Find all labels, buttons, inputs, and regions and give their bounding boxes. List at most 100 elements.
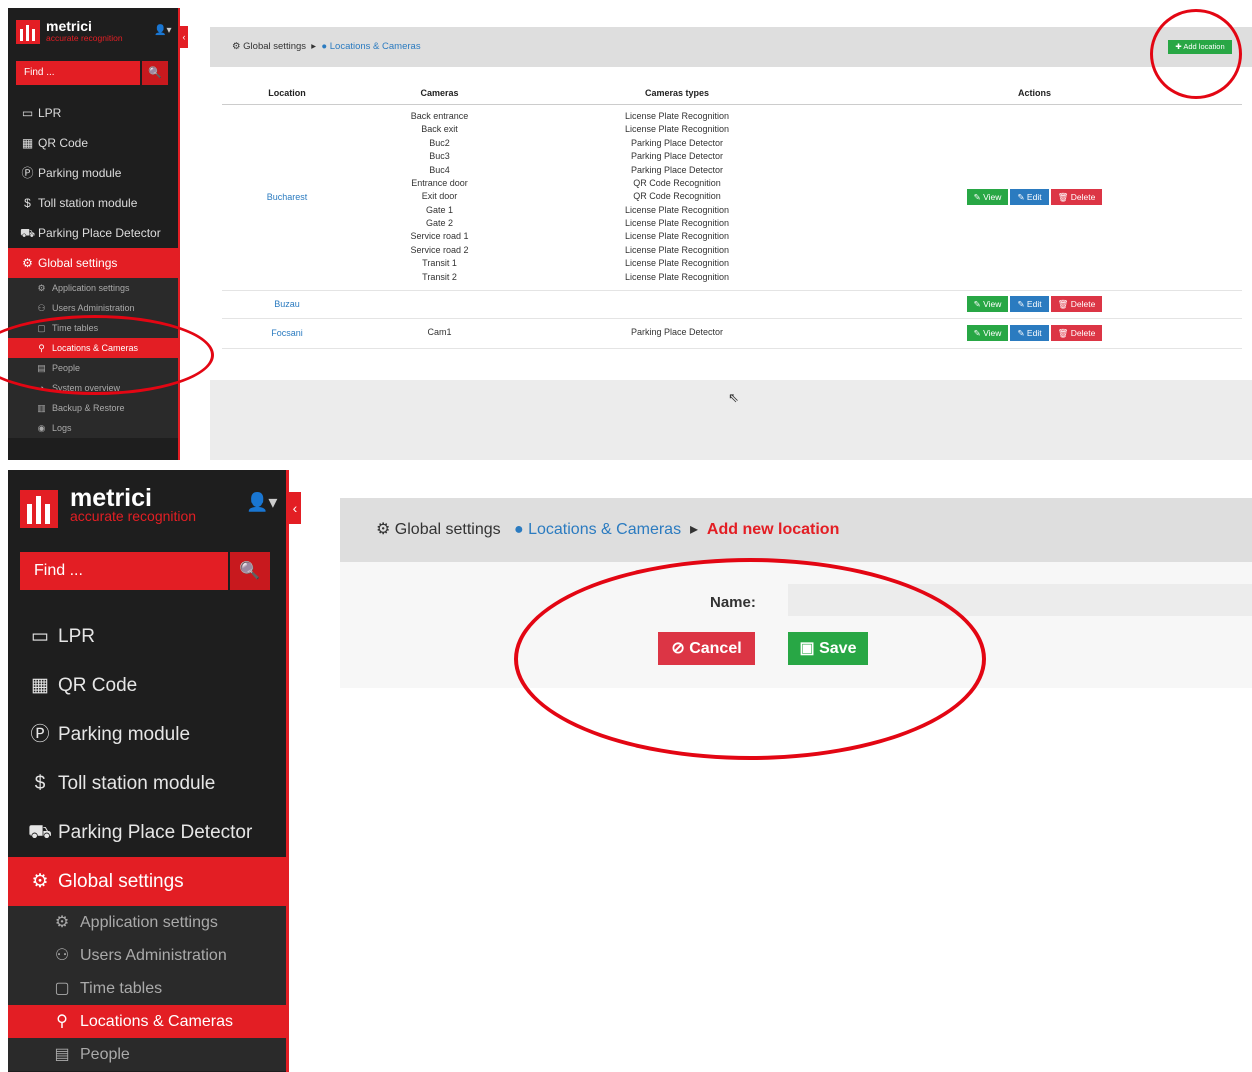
sidebar-subitem-people[interactable]: ▤ People xyxy=(8,1038,286,1071)
sidebar-item-toll-station[interactable]: $ Toll station module xyxy=(8,188,178,218)
view-button[interactable]: ✎ View xyxy=(966,296,1009,312)
breadcrumb-root[interactable]: Global settings xyxy=(395,521,501,538)
sidebar-item-lpr[interactable]: ▭ LPR xyxy=(8,612,286,661)
location-cell: Buzau xyxy=(222,290,352,319)
sidebar-subitem-label: Application settings xyxy=(80,914,218,931)
camera-name: Service road 2 xyxy=(410,244,469,255)
sidebar-subitem-backup-restore[interactable]: ▥ Backup & Restore xyxy=(8,398,178,418)
sidebar-subitem-label: Backup & Restore xyxy=(52,403,125,413)
delete-button[interactable]: 🗑 Delete xyxy=(1050,189,1103,205)
camera-types-cell xyxy=(527,290,827,319)
search-input[interactable]: Find ... xyxy=(16,61,140,85)
sidebar-item-label: Toll station module xyxy=(38,196,138,210)
database-icon: ▥ xyxy=(37,403,46,413)
sidebar-subitem-time-tables[interactable]: ▢ Time tables xyxy=(8,972,286,1005)
edit-label: Edit xyxy=(1026,328,1042,338)
table-header-row: Location Cameras Cameras types Actions xyxy=(222,82,1242,105)
sidebar-item-toll-station[interactable]: $ Toll station module xyxy=(8,759,286,808)
trash-icon: 🗑 xyxy=(1057,299,1071,309)
annotation-ellipse xyxy=(0,315,214,395)
delete-button[interactable]: 🗑 Delete xyxy=(1050,325,1103,341)
qrcode-icon: ▦ xyxy=(21,136,34,150)
search-input[interactable]: Find ... xyxy=(20,552,228,590)
camera-type: QR Code Recognition xyxy=(633,177,721,188)
breadcrumb-parent[interactable]: Locations & Cameras xyxy=(528,521,681,538)
camera-name: Transit 1 xyxy=(422,258,457,269)
edit-square-icon: ✎ xyxy=(973,299,984,309)
location-link[interactable]: Buzau xyxy=(274,299,300,309)
breadcrumb-root[interactable]: Global settings xyxy=(243,41,306,52)
metrici-logo-icon xyxy=(20,490,58,528)
sidebar-collapse-toggle[interactable]: ‹ xyxy=(180,26,188,48)
sidebar-subitem-locations-cameras[interactable]: ⚲ Locations & Cameras xyxy=(8,1005,286,1038)
sidebar-item-label: Global settings xyxy=(58,871,184,892)
breadcrumb-current[interactable]: Locations & Cameras xyxy=(330,41,421,52)
edit-square-icon: ✎ xyxy=(973,328,984,338)
table-row: Focsani Cam1 Parking Place Detector ✎ View ✎… xyxy=(222,318,1242,349)
sidebar-item-parking-place-detector[interactable]: ⛟ Parking Place Detector xyxy=(8,218,178,248)
sidebar-item-global-settings[interactable]: ⚙ Global settings xyxy=(8,248,178,278)
breadcrumb-current: Add new location xyxy=(706,521,840,538)
sidebar-subitem-label: Locations & Cameras xyxy=(80,1013,233,1030)
sidebar-subitem-application-settings[interactable]: ⚙ Application settings xyxy=(8,906,286,939)
sidebar: ‹ metrici accurate recognition 👤▾ Find .… xyxy=(8,470,301,1072)
cogs-icon: ⚙ xyxy=(22,256,33,270)
sidebar-item-label: QR Code xyxy=(38,136,89,150)
view-label: View xyxy=(983,299,1002,309)
sidebar-subitem-label: Users Administration xyxy=(52,303,135,313)
sidebar-collapse-toggle[interactable]: ‹ xyxy=(289,492,301,524)
column-header-camera-types: Cameras types xyxy=(527,82,827,105)
delete-label: Delete xyxy=(1070,299,1096,309)
edit-button[interactable]: ✎ Edit xyxy=(1010,296,1049,312)
dollar-icon: $ xyxy=(34,773,46,794)
sidebar-divider xyxy=(178,8,180,460)
sidebar-item-label: LPR xyxy=(38,106,62,120)
location-link[interactable]: Bucharest xyxy=(267,192,308,202)
brand-tagline: accurate recognition xyxy=(46,33,123,43)
sidebar-item-qr-code[interactable]: ▦ QR Code xyxy=(8,128,178,158)
sidebar-nav: ▭ LPR ▦ QR Code Ⓟ Parking module $ Toll stat… xyxy=(8,612,286,1071)
sidebar-subitem-label: Time tables xyxy=(80,980,163,997)
sidebar-item-parking-place-detector[interactable]: ⛟ Parking Place Detector xyxy=(8,808,286,857)
edit-button[interactable]: ✎ Edit xyxy=(1010,189,1049,205)
sidebar-item-parking-module[interactable]: Ⓟ Parking module xyxy=(8,710,286,759)
user-menu-icon[interactable]: 👤▾ xyxy=(246,492,277,513)
sidebar-item-parking-module[interactable]: Ⓟ Parking module xyxy=(8,158,178,188)
camera-type: QR Code Recognition xyxy=(633,191,721,202)
actions-cell: ✎ View ✎ Edit 🗑 Delete xyxy=(827,290,1242,319)
edit-label: Edit xyxy=(1026,299,1042,309)
sidebar-item-qr-code[interactable]: ▦ QR Code xyxy=(8,661,286,710)
gear-icon: ⚙ xyxy=(54,914,70,931)
search-icon[interactable]: 🔍 xyxy=(142,61,168,85)
camera-name: Service road 1 xyxy=(410,231,469,242)
video-camera-icon: ▭ xyxy=(21,106,34,120)
search-icon[interactable]: 🔍 xyxy=(230,552,270,590)
sidebar-subitem-label: Application settings xyxy=(52,283,130,293)
delete-button[interactable]: 🗑 Delete xyxy=(1050,296,1103,312)
sidebar-subitem-label: Logs xyxy=(52,423,72,433)
map-marker-icon: ● xyxy=(321,41,328,52)
cameras-cell xyxy=(352,290,527,319)
user-menu-icon[interactable]: 👤▾ xyxy=(154,25,171,36)
view-button[interactable]: ✎ View xyxy=(966,189,1009,205)
metrici-logo-icon xyxy=(16,20,40,44)
edit-button[interactable]: ✎ Edit xyxy=(1010,325,1049,341)
screenshot-locations-list: ‹ metrici accurate recognition 👤▾ Find .… xyxy=(0,0,1252,460)
camera-name: Cam1 xyxy=(427,327,452,338)
car-icon: ⛟ xyxy=(28,822,52,843)
view-button[interactable]: ✎ View xyxy=(966,325,1009,341)
sidebar-subitem-users-administration[interactable]: ⚇ Users Administration xyxy=(8,939,286,972)
camera-types-cell: License Plate Recognition License Plate R… xyxy=(527,104,827,291)
sidebar-subitem-application-settings[interactable]: ⚙ Application settings xyxy=(8,278,178,298)
sidebar-item-label: Parking module xyxy=(38,166,122,180)
sidebar-item-global-settings[interactable]: ⚙ Global settings xyxy=(8,857,286,906)
sidebar-subitem-logs[interactable]: ◉ Logs xyxy=(8,418,178,438)
sidebar-item-lpr[interactable]: ▭ LPR xyxy=(8,98,178,128)
sidebar-item-label: Parking module xyxy=(58,724,191,745)
sidebar-subitem-label: People xyxy=(80,1046,130,1063)
location-link[interactable]: Focsani xyxy=(271,328,303,338)
view-label: View xyxy=(983,328,1002,338)
camera-type: License Plate Recognition xyxy=(624,231,730,242)
column-header-location: Location xyxy=(222,82,352,105)
camera-name: Buc3 xyxy=(429,151,450,162)
